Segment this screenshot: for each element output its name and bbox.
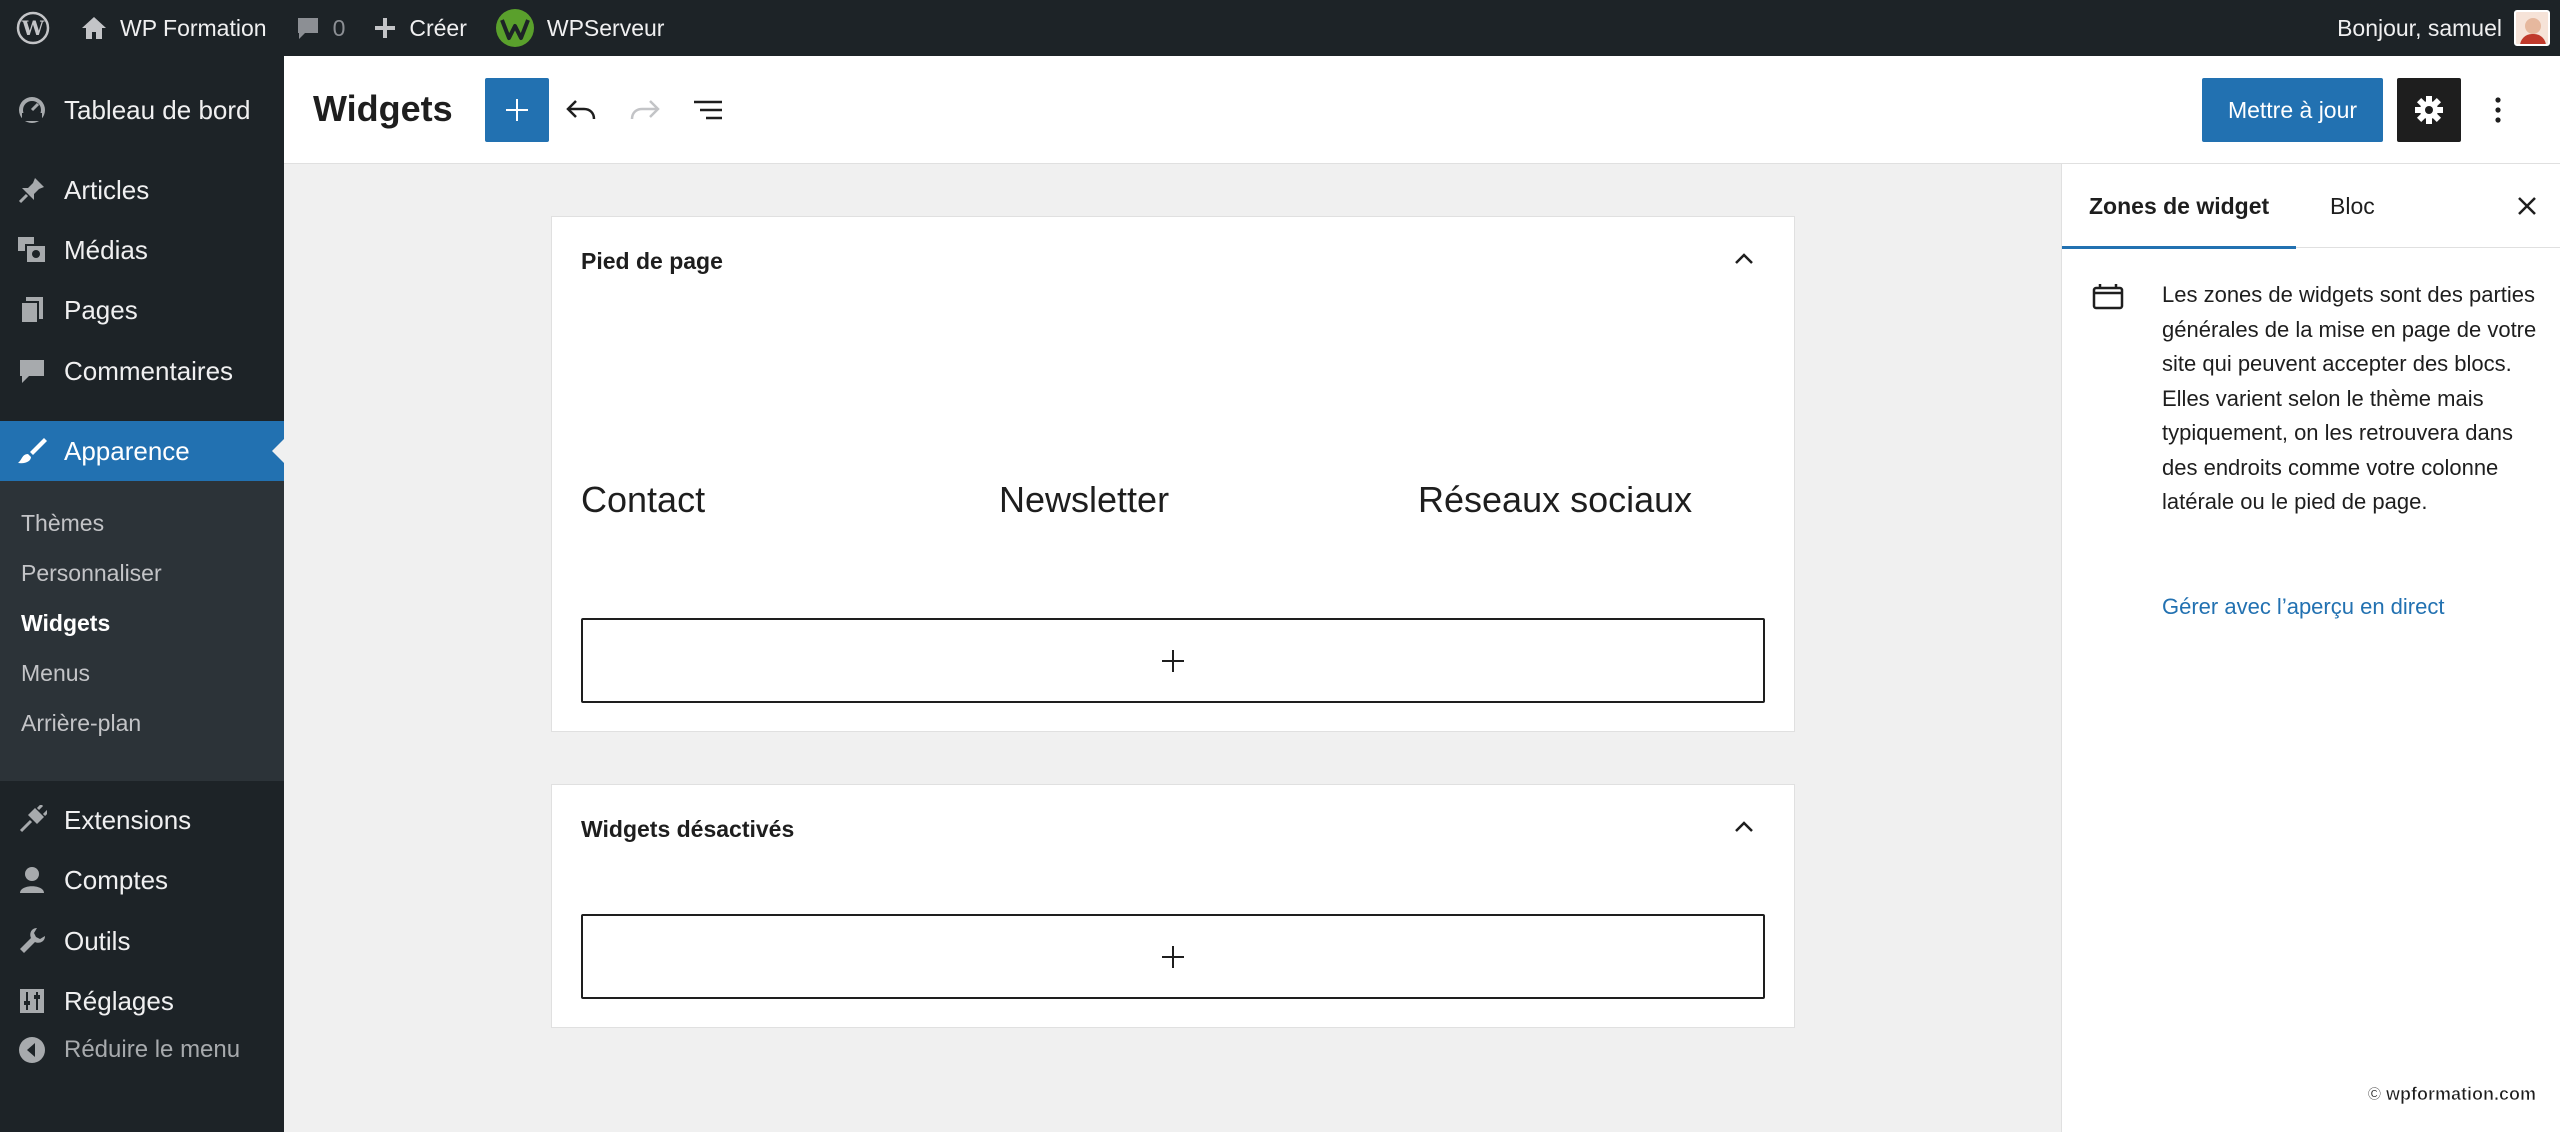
undo-icon [566, 100, 596, 120]
sidebar-tabs: Zones de widget Bloc [2061, 164, 2560, 249]
site-name: WP Formation [120, 14, 267, 41]
comment-bubble-icon [295, 15, 321, 41]
submenu-item-menus[interactable]: Menus [21, 660, 90, 687]
collapse-area-button[interactable] [1728, 811, 1760, 843]
tab-widget-areas[interactable]: Zones de widget [2061, 164, 2297, 249]
widget-area-inactive: Widgets désactivés [551, 784, 1795, 1028]
pages-icon [0, 295, 64, 325]
settings-toggle-button[interactable] [2397, 78, 2461, 142]
avatar [2514, 10, 2550, 46]
collapse-arrow-icon [0, 1036, 64, 1064]
redo-icon [630, 100, 660, 120]
menu-item-posts[interactable]: Articles [0, 160, 284, 220]
menu-label-media: Médias [64, 234, 148, 265]
widget-heading-social[interactable]: Réseaux sociaux [1418, 479, 1692, 521]
svg-text:W: W [21, 16, 45, 40]
widget-heading-contact[interactable]: Contact [581, 479, 705, 521]
menu-item-media[interactable]: Médias [0, 220, 284, 280]
update-button[interactable]: Mettre à jour [2202, 78, 2383, 142]
menu-label-plugins: Extensions [64, 804, 192, 835]
wpserveur-logo-icon [495, 8, 535, 48]
widget-area-footer: Pied de page Contact Newsletter Réseaux … [551, 216, 1795, 732]
menu-label-pages: Pages [64, 294, 138, 325]
comments-count: 0 [332, 14, 346, 41]
menu-item-comments[interactable]: Commentaires [0, 341, 284, 401]
paintbrush-icon [0, 436, 64, 466]
add-block-appender[interactable] [581, 618, 1765, 703]
site-name-link[interactable]: WP Formation [66, 0, 281, 56]
menu-label-appearance: Apparence [64, 435, 190, 466]
menu-item-dashboard[interactable]: Tableau de bord [0, 80, 284, 140]
widget-areas-description: Les zones de widgets sont des parties gé… [2162, 282, 2537, 514]
chevron-up-icon [1735, 821, 1753, 832]
plus-icon [506, 99, 528, 121]
menu-item-plugins[interactable]: Extensions [0, 790, 284, 850]
menu-label-settings: Réglages [64, 985, 174, 1016]
menu-label-posts: Articles [64, 174, 150, 205]
collapse-area-button[interactable] [1728, 243, 1760, 275]
redo-button[interactable] [621, 86, 669, 134]
tab-block[interactable]: Bloc [2330, 164, 2375, 248]
editor-header: Widgets Mettre à jour [284, 56, 2560, 164]
user-icon [0, 865, 64, 895]
menu-label-users: Comptes [64, 864, 169, 895]
submenu-item-customize[interactable]: Personnaliser [21, 560, 162, 587]
settings-sidebar: Zones de widget Bloc Les zones de widget… [2061, 164, 2560, 1132]
admin-menu: Tableau de bord Articles Médias Pages Co… [0, 56, 284, 1132]
add-block-appender[interactable] [581, 914, 1765, 999]
dashboard-icon [0, 95, 64, 125]
chevron-up-icon [1735, 253, 1753, 264]
plus-icon [1162, 945, 1184, 968]
greeting: Bonjour, samuel [2337, 14, 2502, 41]
settings-sliders-icon [0, 986, 64, 1016]
list-view-button[interactable] [684, 86, 732, 134]
wpserveur-link[interactable]: WPServeur [481, 0, 679, 56]
add-block-button[interactable] [485, 78, 549, 142]
submenu-item-background[interactable]: Arrière-plan [21, 710, 141, 737]
wpserveur-label: WPServeur [546, 14, 665, 41]
account-menu[interactable]: Bonjour, samuel [2323, 0, 2560, 56]
menu-item-appearance[interactable]: Apparence [0, 421, 284, 481]
collapse-menu-button[interactable]: Réduire le menu [0, 1020, 284, 1080]
appearance-submenu: Thèmes Personnaliser Widgets Menus Arriè… [0, 481, 284, 781]
comments-icon [0, 357, 64, 385]
new-content-label: Créer [409, 14, 467, 41]
manage-live-preview-link[interactable]: Gérer avec l’aperçu en direct [2162, 594, 2444, 620]
list-view-icon [694, 100, 722, 120]
page-title: Widgets [313, 88, 453, 129]
menu-label-comments: Commentaires [64, 355, 234, 386]
menu-item-tools[interactable]: Outils [0, 911, 284, 971]
vertical-ellipsis-icon [2495, 97, 2501, 123]
menu-label-tools: Outils [64, 925, 131, 956]
widget-area-icon [2091, 282, 2125, 317]
tab-label: Bloc [2330, 192, 2375, 219]
wrench-icon [0, 926, 64, 956]
submenu-item-themes[interactable]: Thèmes [21, 510, 104, 537]
undo-button[interactable] [557, 86, 605, 134]
close-icon [2518, 197, 2536, 215]
comments-link[interactable]: 0 [281, 0, 360, 56]
wordpress-logo-icon[interactable]: W [0, 0, 66, 56]
tab-label: Zones de widget [2089, 192, 2270, 219]
new-content-link[interactable]: Créer [359, 0, 481, 56]
collapse-menu-label: Réduire le menu [64, 1036, 241, 1063]
home-icon [80, 15, 108, 41]
media-icon [0, 235, 64, 265]
gear-icon [2415, 96, 2443, 124]
plus-icon [373, 16, 397, 40]
pushpin-icon [0, 175, 64, 205]
widget-area-title: Widgets désactivés [581, 816, 795, 842]
widget-heading-newsletter[interactable]: Newsletter [999, 479, 1169, 521]
menu-label-dashboard: Tableau de bord [64, 94, 251, 125]
plug-icon [0, 805, 64, 835]
admin-bar: W WP Formation 0 Créer WPServeur Bonjour… [0, 0, 2560, 56]
menu-item-pages[interactable]: Pages [0, 280, 284, 340]
menu-item-users[interactable]: Comptes [0, 850, 284, 910]
widget-area-title: Pied de page [581, 248, 723, 274]
more-options-button[interactable] [2474, 86, 2522, 134]
copyright-watermark: © wpformation.com [2367, 1084, 2536, 1105]
submenu-item-widgets[interactable]: Widgets [21, 610, 110, 637]
close-sidebar-button[interactable] [2507, 186, 2547, 226]
plus-icon [1162, 649, 1184, 672]
